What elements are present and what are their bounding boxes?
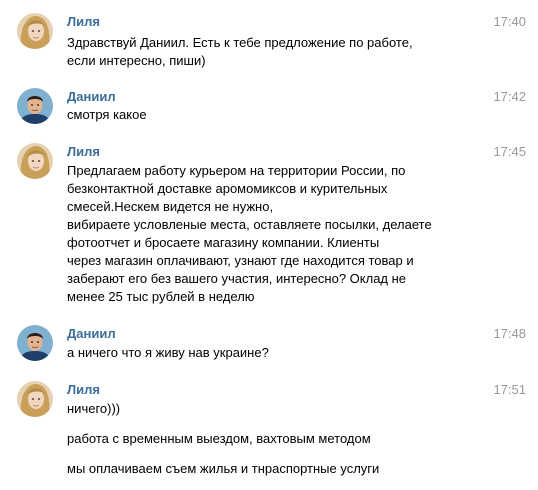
message-text: работа с временным выездом, вахтовым мет… xyxy=(67,431,371,446)
message-time: 17:48 xyxy=(493,326,526,341)
liliya-avatar[interactable] xyxy=(17,143,53,179)
liliya-avatar[interactable] xyxy=(17,13,53,49)
sender-name[interactable]: Лиля xyxy=(67,14,100,29)
message-text: Здравствуй Даниил. Есть к тебе предложен… xyxy=(67,35,413,68)
sender-name[interactable]: Даниил xyxy=(67,326,116,341)
message-time: 17:40 xyxy=(493,14,526,29)
sender-name[interactable]: Лиля xyxy=(67,144,100,159)
message-time: 17:45 xyxy=(493,144,526,159)
daniil-avatar[interactable] xyxy=(17,88,53,124)
message-text: ничего))) xyxy=(67,401,121,416)
sender-name[interactable]: Лиля xyxy=(67,382,100,397)
daniil-avatar[interactable] xyxy=(17,325,53,361)
message-text: а ничего что я живу нав украине? xyxy=(67,345,269,360)
message-text: мы оплачиваем съем жилья и тнраспортные … xyxy=(67,461,380,476)
message-text: Предлагаем работу курьером на территории… xyxy=(67,163,432,304)
message-text: смотря какое xyxy=(67,107,147,122)
message-time: 17:51 xyxy=(493,382,526,397)
liliya-avatar[interactable] xyxy=(17,381,53,417)
message-time: 17:42 xyxy=(493,89,526,104)
sender-name[interactable]: Даниил xyxy=(67,89,116,104)
